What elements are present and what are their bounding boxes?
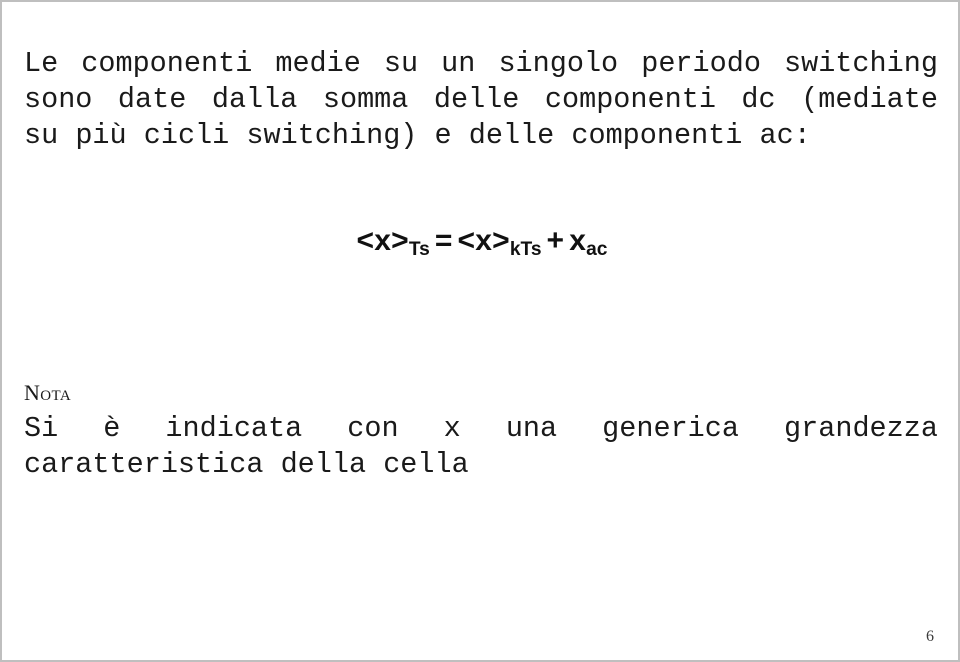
formula-lhs-subscript: Ts [408,239,430,261]
word: ac: [759,119,811,152]
word: Si [24,412,59,445]
formula-container: <x>Ts = <x>kTs + xac [2,224,958,261]
word: è [103,412,121,445]
nota-line-2: caratteristica della cella [24,447,938,483]
nota-section: Nota Si è indicata con x una generica gr… [24,379,938,483]
formula-lhs-base: <x> [356,224,409,257]
word: componenti [571,119,743,152]
nota-line: caratteristica della cella [24,447,938,483]
word: singolo [498,47,619,80]
word: con [347,412,399,445]
word: caratteristica [24,448,264,481]
nota-line: Si è indicata con x una generica grandez… [24,411,938,447]
word: generica [602,412,739,445]
nota-heading: Nota [24,380,72,405]
nota-body: Si è indicata con x una generica grandez… [24,411,938,483]
word: switching [784,47,938,80]
intro-line-2: sono date dalla somma delle componenti d… [24,82,938,118]
word: e [434,119,452,152]
word: periodo [641,47,761,80]
intro-line-1: Le componenti medie su un singolo period… [24,46,938,82]
word: una [505,412,558,445]
intro-line: sono date dalla somma delle componenti d… [24,82,938,118]
word: componenti [544,83,716,116]
word: su [383,47,419,80]
intro-line: su più cicli switching) e delle componen… [24,118,938,154]
word: switching) [246,119,418,152]
word: (mediate [801,83,938,116]
formula-rhs1-subscript: kTs [509,239,542,261]
word: somma [322,83,409,116]
word: più [75,119,127,152]
formula-rhs2-subscript: ac [586,239,608,261]
page-number: 6 [926,628,934,645]
word: della [280,448,367,481]
word: dc [741,83,776,116]
intro-paragraph: Le componenti medie su un singolo period… [24,46,938,154]
word: un [441,47,476,80]
word: grandezza [784,412,938,445]
slide-canvas: Le componenti medie su un singolo period… [0,0,960,662]
word: cicli [143,119,230,152]
formula-rhs2-base: x [569,224,587,257]
word: date [117,83,187,116]
word: indicata [165,412,303,445]
word: su [24,119,59,152]
intro-line: Le componenti medie su un singolo period… [24,46,938,82]
word: x [443,412,461,445]
word: Le [24,47,59,80]
word: componenti [81,47,253,80]
formula-rhs1-base: <x> [457,224,510,257]
word: delle [468,119,555,152]
word: delle [433,83,520,116]
average-decomposition-formula: <x>Ts = <x>kTs + xac [356,224,608,261]
word: medie [275,47,361,80]
formula-plus: + [546,224,565,257]
word: dalla [211,83,298,116]
nota-line-1: Si è indicata con x una generica grandez… [24,411,938,447]
intro-line-3: su più cicli switching) e delle componen… [24,118,938,154]
word: sono [24,83,93,116]
formula-equals: = [434,224,453,257]
word: cella [383,448,469,481]
